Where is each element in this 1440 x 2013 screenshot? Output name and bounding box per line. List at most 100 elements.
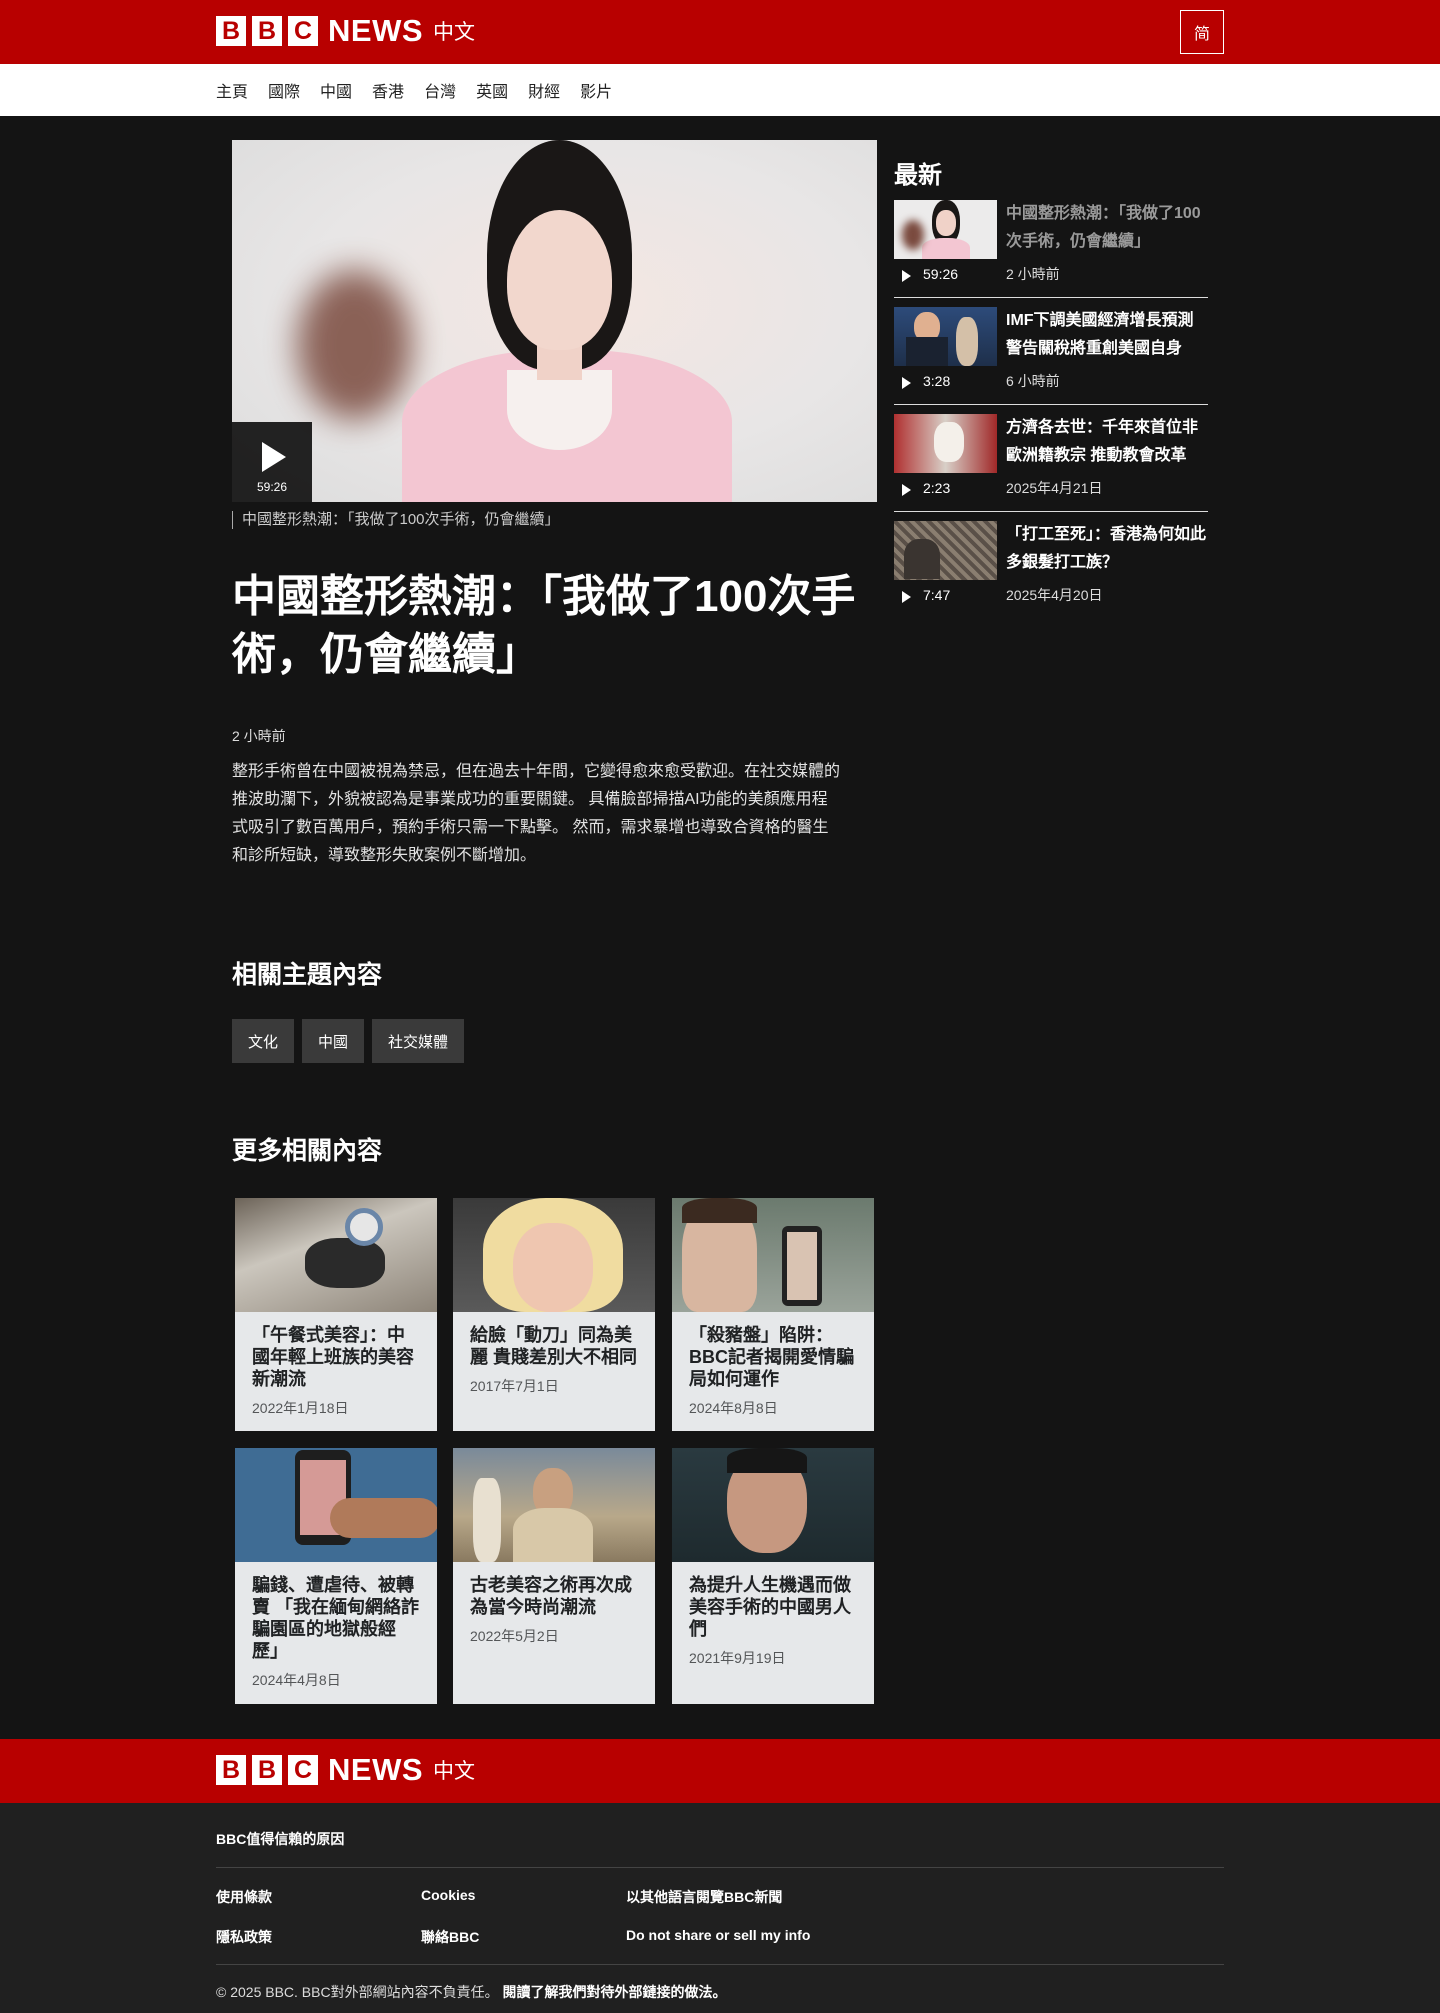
topic-tag[interactable]: 社交媒體: [372, 1019, 465, 1063]
divider: [216, 1964, 1224, 1965]
latest-duration: 3:28: [923, 373, 951, 389]
nav-item-business[interactable]: 財經: [528, 78, 560, 102]
video-caption: 中國整形熱潮：「我做了100次手術，仍會繼續」: [232, 511, 560, 529]
related-card[interactable]: 「殺豬盤」陷阱：BBC記者揭開愛情騙局如何運作 2024年8月8日: [672, 1198, 874, 1431]
nav-item-hongkong[interactable]: 香港: [372, 78, 404, 102]
logo-letter: C: [288, 1755, 318, 1785]
main-video-player[interactable]: [232, 140, 877, 502]
footer: BBC值得信賴的原因 使用條款 Cookies 以其他語言閱覽BBC新聞 隱私政…: [0, 1803, 1440, 2013]
related-card[interactable]: 騙錢、遭虐待、被轉賣 「我在緬甸網絡詐騙園區的地獄般經歷」 2024年4月8日: [235, 1448, 437, 1704]
latest-item[interactable]: 59:26 中國整形熱潮：「我做了100次手術，仍會繼續」 2 小時前: [894, 200, 1208, 307]
play-icon: [902, 270, 911, 282]
latest-thumb: [894, 200, 997, 259]
card-title: 古老美容之術再次成為當今時尚潮流: [470, 1575, 632, 1617]
nav-item-international[interactable]: 國際: [268, 78, 300, 102]
related-card[interactable]: 為提升人生機遇而做美容手術的中國男人們 2021年9月19日: [672, 1448, 874, 1704]
other-languages-link[interactable]: 以其他語言閱覽BBC新聞: [626, 1887, 782, 1907]
card-image: [672, 1448, 874, 1562]
latest-thumb: [894, 414, 997, 473]
latest-thumb: [894, 521, 997, 580]
latest-item-time: 2025年4月20日: [1006, 587, 1103, 603]
card-title: 騙錢、遭虐待、被轉賣 「我在緬甸網絡詐騙園區的地獄般經歷」: [252, 1575, 420, 1661]
nav-item-taiwan[interactable]: 台灣: [424, 78, 456, 102]
card-title: 「午餐式美容」：中國年輕上班族的美容新潮流: [252, 1325, 414, 1389]
footer-logo[interactable]: B B C NEWS 中文: [216, 1752, 475, 1787]
related-card[interactable]: 「午餐式美容」：中國年輕上班族的美容新潮流 2022年1月18日: [235, 1198, 437, 1431]
logo-letter: B: [252, 16, 282, 46]
latest-item[interactable]: 3:28 IMF下調美國經濟增長預測 警告關稅將重創美國自身 6 小時前: [894, 307, 1208, 414]
copyright: © 2025 BBC. BBC對外部網站內容不負責任。 閱讀了解我們對待外部鏈接…: [216, 1982, 726, 2002]
nav-item-home[interactable]: 主頁: [216, 78, 248, 102]
video-still-face: [507, 210, 612, 350]
logo-letter: B: [216, 1755, 246, 1785]
do-not-sell-link[interactable]: Do not share or sell my info: [626, 1927, 810, 1943]
latest-duration: 7:47: [923, 587, 951, 603]
top-bar: B B C NEWS 中文 简: [0, 0, 1440, 64]
article-summary: 整形手術曾在中國被視為禁忌，但在過去十年間，它變得愈來愈受歡迎。在社交媒體的推波…: [232, 763, 841, 864]
nav-item-video[interactable]: 影片: [580, 78, 612, 102]
logo-news: NEWS: [328, 1752, 423, 1787]
article-time: 2 小時前: [232, 728, 286, 744]
related-card[interactable]: 給臉「動刀」同為美麗 貴賤差別大不相同 2017年7月1日: [453, 1198, 655, 1431]
play-button[interactable]: 59:26: [232, 422, 312, 502]
why-trust-link[interactable]: BBC值得信賴的原因: [216, 1829, 344, 1849]
divider: [216, 1867, 1224, 1868]
logo-letter: B: [216, 16, 246, 46]
latest-item-title: IMF下調美國經濟增長預測 警告關稅將重創美國自身: [1006, 312, 1194, 357]
card-date: 2021年9月19日: [689, 1650, 786, 1666]
video-duration: 59:26: [256, 480, 288, 494]
divider: [894, 404, 1208, 405]
privacy-link[interactable]: 隱私政策: [216, 1927, 272, 1947]
external-links-policy-link[interactable]: 閱讀了解我們對待外部鏈接的做法。: [502, 1984, 726, 2000]
topic-tag[interactable]: 文化: [232, 1019, 295, 1063]
card-date: 2024年4月8日: [252, 1672, 341, 1688]
latest-item-time: 2 小時前: [1006, 266, 1060, 282]
latest-item[interactable]: 7:47 「打工至死」：香港為何如此多銀髮打工族？ 2025年4月20日: [894, 521, 1208, 628]
topic-tag[interactable]: 中國: [302, 1019, 365, 1063]
card-title: 給臉「動刀」同為美麗 貴賤差別大不相同: [470, 1325, 638, 1367]
video-still-collar: [507, 370, 612, 450]
nav-item-uk[interactable]: 英國: [476, 78, 508, 102]
card-date: 2024年8月8日: [689, 1400, 778, 1416]
more-related-title: 更多相關內容: [232, 1137, 383, 1165]
play-icon: [902, 591, 911, 603]
nav-bar: 主頁 國際 中國 香港 台灣 英國 財經 影片: [0, 64, 1440, 116]
latest-item-title: 中國整形熱潮：「我做了100次手術，仍會繼續」: [1006, 205, 1201, 250]
footer-bar: B B C NEWS 中文: [0, 1739, 1440, 1803]
latest-item-time: 6 小時前: [1006, 373, 1060, 389]
logo-lang: 中文: [433, 21, 475, 44]
card-image: [453, 1448, 655, 1562]
card-title: 「殺豬盤」陷阱：BBC記者揭開愛情騙局如何運作: [689, 1325, 854, 1389]
divider: [894, 297, 1208, 298]
bbc-news-logo[interactable]: B B C NEWS 中文: [216, 13, 475, 48]
play-icon: [262, 442, 286, 472]
card-date: 2022年5月2日: [470, 1628, 559, 1644]
latest-duration: 2:23: [923, 480, 951, 496]
article-headline: 中國整形熱潮：「我做了100次手術，仍會繼續」: [232, 572, 856, 679]
latest-item-title: 方濟各去世：千年來首位非歐洲籍教宗 推動教會改革: [1006, 419, 1199, 464]
simplified-chinese-button[interactable]: 简: [1180, 10, 1224, 54]
latest-duration: 59:26: [923, 266, 959, 282]
card-image: [672, 1198, 874, 1312]
logo-lang: 中文: [433, 1760, 475, 1783]
contact-link[interactable]: 聯絡BBC: [421, 1927, 479, 1947]
card-title: 為提升人生機遇而做美容手術的中國男人們: [689, 1575, 851, 1639]
cookies-link[interactable]: Cookies: [421, 1887, 475, 1903]
logo-news: NEWS: [328, 13, 423, 48]
card-image: [235, 1198, 437, 1312]
latest-title: 最新: [894, 162, 942, 189]
nav-item-china[interactable]: 中國: [320, 78, 352, 102]
logo-letter: C: [288, 16, 318, 46]
divider: [894, 511, 1208, 512]
play-icon: [902, 484, 911, 496]
latest-item-title: 「打工至死」：香港為何如此多銀髮打工族？: [1006, 526, 1207, 571]
nav-list: 主頁 國際 中國 香港 台灣 英國 財經 影片: [216, 64, 632, 116]
related-card[interactable]: 古老美容之術再次成為當今時尚潮流 2022年5月2日: [453, 1448, 655, 1704]
latest-thumb: [894, 307, 997, 366]
card-date: 2022年1月18日: [252, 1400, 349, 1416]
latest-item[interactable]: 2:23 方濟各去世：千年來首位非歐洲籍教宗 推動教會改革 2025年4月21日: [894, 414, 1208, 521]
terms-link[interactable]: 使用條款: [216, 1887, 272, 1907]
card-image: [453, 1198, 655, 1312]
video-still-finger: [297, 270, 412, 420]
card-date: 2017年7月1日: [470, 1378, 559, 1394]
